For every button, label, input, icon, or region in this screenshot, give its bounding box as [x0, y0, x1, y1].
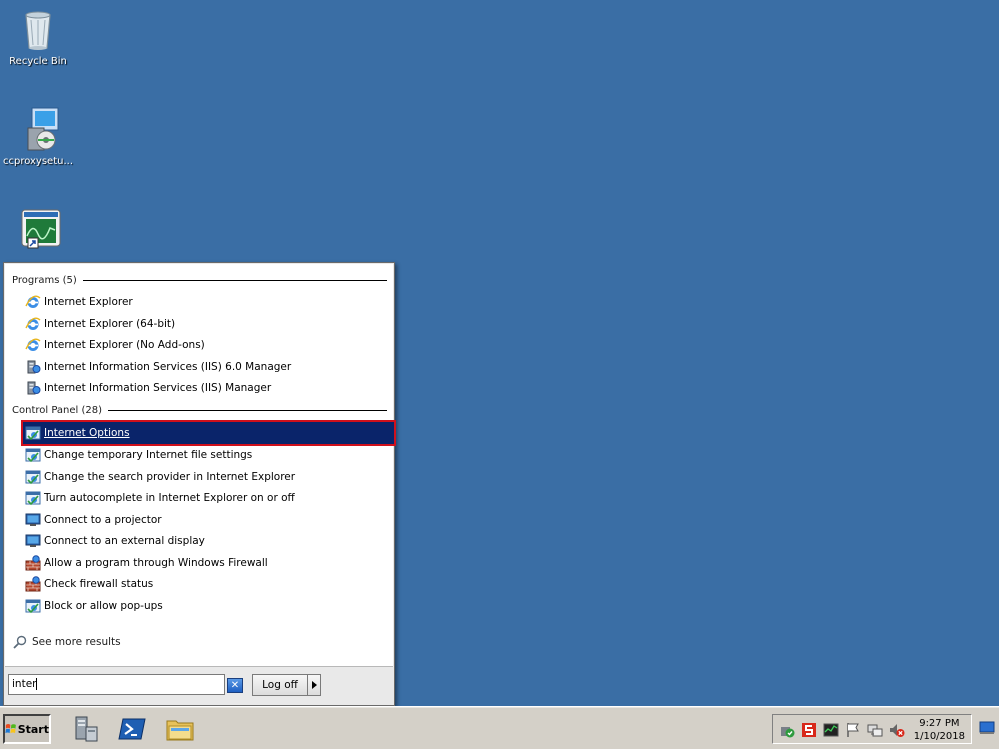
- windows-logo-icon: [5, 723, 16, 734]
- volume-muted-icon[interactable]: [889, 722, 905, 738]
- powershell-icon: [118, 718, 146, 740]
- notification-area: 9:27 PM 1/10/2018: [772, 714, 972, 744]
- result-label: Block or allow pop-ups: [44, 599, 163, 612]
- arrow-right-icon: [311, 681, 317, 689]
- clock-date: 1/10/2018: [913, 731, 965, 742]
- network-tray-icon[interactable]: [867, 722, 883, 738]
- result-label: Internet Explorer (64-bit): [44, 317, 176, 330]
- see-more-label: See more results: [32, 636, 121, 648]
- result-iis-manager[interactable]: Internet Information Services (IIS) Mana…: [25, 377, 271, 398]
- result-allow-program-firewall[interactable]: Allow a program through Windows Firewall: [25, 552, 268, 573]
- ccproxy-tray-icon[interactable]: [801, 722, 817, 738]
- result-autocomplete[interactable]: Turn autocomplete in Internet Explorer o…: [25, 487, 295, 508]
- result-internet-explorer-no-addons[interactable]: Internet Explorer (No Add-ons): [25, 334, 205, 355]
- programs-group-header: Programs (5): [12, 273, 387, 287]
- internet-options-icon: [25, 425, 41, 441]
- folder-icon: [166, 720, 194, 741]
- shutdown-options-arrow[interactable]: [307, 674, 321, 696]
- security-tray-icon[interactable]: [779, 722, 795, 738]
- result-connect-external-display[interactable]: Connect to an external display: [25, 530, 205, 551]
- quicklaunch-windows-explorer[interactable]: [165, 714, 197, 744]
- result-connect-projector[interactable]: Connect to a projector: [25, 509, 162, 530]
- ie-icon: [25, 316, 41, 332]
- clock-time: 9:27 PM: [919, 718, 960, 729]
- internet-options-icon: [25, 490, 41, 506]
- result-label: Check firewall status: [44, 577, 154, 590]
- quicklaunch-server-manager[interactable]: [70, 714, 102, 744]
- ie-icon: [25, 294, 41, 310]
- result-block-popups[interactable]: Block or allow pop-ups: [25, 595, 163, 616]
- result-label: Turn autocomplete in Internet Explorer o…: [44, 491, 295, 504]
- internet-options-icon: [25, 598, 41, 614]
- search-input[interactable]: inter: [8, 674, 225, 695]
- display-icon: [25, 512, 41, 528]
- clear-search-button[interactable]: ✕: [227, 678, 243, 693]
- desktop-icon-monitor-shortcut[interactable]: …: [0, 208, 76, 269]
- desktop-icon-label: Recycle Bin: [9, 56, 67, 67]
- iis-icon: [25, 359, 41, 375]
- result-temp-file-settings[interactable]: Change temporary Internet file settings: [25, 444, 252, 465]
- search-input-value: inter: [12, 678, 37, 690]
- header-divider: [82, 279, 387, 281]
- display-icon: [25, 533, 41, 549]
- internet-options-icon: [25, 447, 41, 463]
- firewall-icon: [25, 554, 41, 571]
- show-desktop-icon: [979, 721, 995, 734]
- search-results-pane: Programs (5) Internet Explorer Internet …: [5, 264, 396, 667]
- text-caret: [36, 678, 38, 690]
- control-panel-header-label: Control Panel (28): [12, 404, 103, 416]
- clock[interactable]: 9:27 PM 1/10/2018: [914, 717, 965, 743]
- result-label: Change the search provider in Internet E…: [44, 470, 296, 483]
- internet-options-icon: [25, 469, 41, 485]
- result-label: Internet Explorer (No Add-ons): [44, 338, 205, 351]
- start-menu: Programs (5) Internet Explorer Internet …: [3, 262, 396, 706]
- result-change-search-provider[interactable]: Change the search provider in Internet E…: [25, 466, 295, 487]
- desktop-icon-recycle-bin[interactable]: Recycle Bin: [0, 6, 76, 67]
- result-check-firewall-status[interactable]: Check firewall status: [25, 573, 153, 594]
- programs-header-label: Programs (5): [12, 274, 77, 286]
- start-label: Start: [17, 722, 49, 736]
- result-label: Internet Explorer: [44, 295, 133, 308]
- recycle-bin-icon: [18, 6, 58, 52]
- result-label: Internet Options: [44, 427, 130, 439]
- search-icon: [13, 635, 27, 649]
- desktop-icon-label: ccproxysetu...: [2, 156, 74, 167]
- see-more-results-link[interactable]: See more results: [13, 633, 121, 651]
- performance-monitor-icon: [18, 208, 61, 254]
- control-panel-group-header: Control Panel (28): [12, 403, 387, 417]
- result-label: Internet Information Services (IIS) 6.0 …: [44, 360, 292, 373]
- performance-tray-icon[interactable]: [823, 722, 839, 738]
- result-iis6-manager[interactable]: Internet Information Services (IIS) 6.0 …: [25, 356, 291, 377]
- result-label: Connect to an external display: [44, 534, 205, 547]
- result-label: Connect to a projector: [44, 513, 162, 526]
- header-divider: [108, 409, 387, 411]
- quicklaunch-powershell[interactable]: [117, 714, 149, 744]
- result-label: Allow a program through Windows Firewall: [44, 556, 268, 569]
- action-center-flag-icon[interactable]: [845, 722, 861, 738]
- server-manager-icon: [75, 716, 98, 742]
- log-off-label: Log off: [262, 679, 298, 691]
- result-internet-explorer[interactable]: Internet Explorer: [25, 291, 133, 312]
- start-button[interactable]: Start: [3, 714, 51, 744]
- result-label: Internet Information Services (IIS) Mana…: [44, 381, 272, 394]
- installer-icon: [18, 106, 59, 152]
- show-desktop-button[interactable]: [979, 721, 995, 735]
- result-label: Change temporary Internet file settings: [44, 448, 253, 461]
- ie-icon: [25, 337, 41, 353]
- iis-icon: [25, 380, 41, 396]
- result-internet-explorer-64bit[interactable]: Internet Explorer (64-bit): [25, 313, 175, 334]
- log-off-button[interactable]: Log off: [252, 674, 308, 696]
- firewall-icon: [25, 575, 41, 592]
- result-internet-options[interactable]: Internet Options: [21, 420, 396, 446]
- taskbar: Start 9:27 PM 1/10/2018: [0, 706, 999, 749]
- desktop-icon-ccproxy-setup[interactable]: ccproxysetu...: [0, 106, 76, 167]
